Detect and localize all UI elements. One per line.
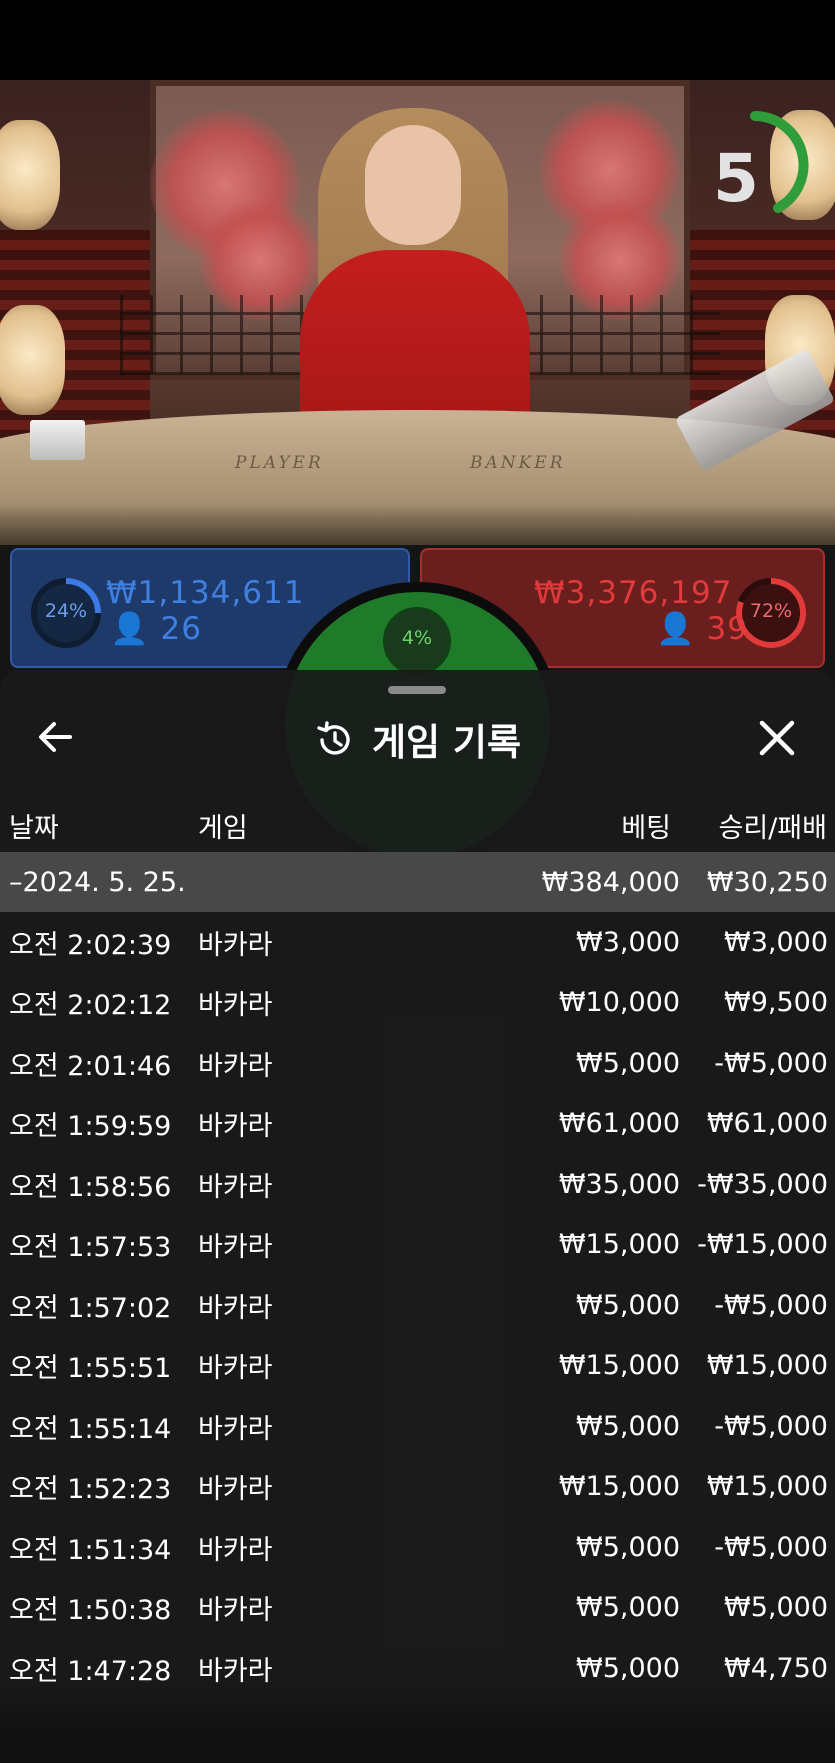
row-result: -₩5,000: [714, 1410, 828, 1442]
row-game: 바카라: [198, 1353, 273, 1385]
row-result: ₩9,500: [724, 987, 828, 1019]
row-time: 오전 1:51:34: [9, 1534, 172, 1566]
history-icon: [317, 721, 350, 755]
close-button[interactable]: [752, 713, 802, 763]
row-bet: ₩5,000: [576, 1289, 680, 1321]
row-bet: ₩5,000: [576, 1047, 680, 1079]
row-game: 바카라: [198, 1111, 273, 1143]
column-header-date: 날짜: [9, 813, 59, 844]
row-game: 바카라: [198, 1050, 273, 1082]
row-game: 바카라: [198, 1534, 273, 1566]
tie-percent: 4%: [401, 627, 433, 649]
row-bet: ₩15,000: [558, 1229, 680, 1261]
sheet-grabber[interactable]: [388, 686, 446, 694]
date-group-result-total: ₩30,250: [706, 866, 828, 898]
row-bet: ₩35,000: [558, 1168, 680, 1200]
row-result: -₩35,000: [697, 1168, 828, 1200]
history-row[interactable]: 오전 1:50:38 바카라 ₩5,000 ₩5,000: [0, 1578, 835, 1639]
row-result: ₩3,000: [724, 926, 828, 958]
history-row[interactable]: 오전 1:55:51 바카라 ₩15,000 ₩15,000: [0, 1336, 835, 1397]
row-game: 바카라: [198, 990, 273, 1022]
history-table: –2024. 5. 25. ₩384,000 ₩30,250 오전 2:02:3…: [0, 852, 835, 1699]
history-row[interactable]: 오전 1:58:56 바카라 ₩35,000 -₩35,000: [0, 1154, 835, 1215]
history-row[interactable]: 오전 1:55:14 바카라 ₩5,000 -₩5,000: [0, 1396, 835, 1457]
row-result: -₩5,000: [714, 1289, 828, 1321]
row-time: 오전 1:59:59: [9, 1111, 172, 1143]
countdown-number: 5: [713, 140, 759, 217]
row-bet: ₩3,000: [576, 926, 680, 958]
video-fade: [0, 500, 835, 550]
row-time: 오전 1:57:53: [9, 1232, 172, 1264]
history-row[interactable]: 오전 2:01:46 바카라 ₩5,000 -₩5,000: [0, 1033, 835, 1094]
history-row[interactable]: 오전 1:52:23 바카라 ₩15,000 ₩15,000: [0, 1457, 835, 1518]
row-bet: ₩5,000: [576, 1592, 680, 1624]
row-game: 바카라: [198, 1171, 273, 1203]
row-game: 바카라: [198, 1413, 273, 1445]
history-row[interactable]: 오전 1:57:02 바카라 ₩5,000 -₩5,000: [0, 1275, 835, 1336]
page: PLAYER BANKER 5 24% ₩1,134,611 👤 26 72% …: [0, 0, 835, 1763]
player-percent: 24%: [44, 600, 88, 622]
list-bottom-fade: [0, 1680, 835, 1763]
row-time: 오전 1:52:23: [9, 1474, 172, 1506]
row-bet: ₩61,000: [558, 1108, 680, 1140]
column-header-bet: 베팅: [621, 813, 671, 844]
row-result: ₩15,000: [706, 1350, 828, 1382]
row-time: 오전 1:57:02: [9, 1292, 172, 1324]
history-row[interactable]: 오전 2:02:39 바카라 ₩3,000 ₩3,000: [0, 912, 835, 973]
row-time: 오전 1:50:38: [9, 1595, 172, 1627]
user-icon: 👤: [110, 611, 150, 647]
close-icon: [759, 720, 795, 756]
row-bet: ₩15,000: [558, 1350, 680, 1382]
player-count: 👤 26: [110, 610, 202, 647]
banker-count-value: 39: [706, 611, 748, 647]
discard-tray: [30, 420, 85, 460]
row-game: 바카라: [198, 1595, 273, 1627]
modal-title: 게임 기록: [371, 721, 522, 764]
row-time: 오전 1:55:51: [9, 1353, 172, 1385]
lantern: [0, 305, 65, 415]
row-time: 오전 2:02:12: [9, 990, 172, 1022]
row-game: 바카라: [198, 1474, 273, 1506]
row-result: -₩5,000: [714, 1047, 828, 1079]
row-time: 오전 1:55:14: [9, 1413, 172, 1445]
player-amount: ₩1,134,611: [106, 575, 305, 611]
date-group-row[interactable]: –2024. 5. 25. ₩384,000 ₩30,250: [0, 852, 835, 912]
table-player-label: PLAYER: [235, 453, 324, 473]
column-header-game: 게임: [198, 813, 248, 844]
row-result: -₩15,000: [697, 1229, 828, 1261]
lantern: [0, 120, 60, 230]
row-bet: ₩5,000: [576, 1531, 680, 1563]
user-icon: 👤: [656, 611, 696, 647]
history-row[interactable]: 오전 1:59:59 바카라 ₩61,000 ₩61,000: [0, 1094, 835, 1155]
modal-title-row: 게임 기록: [0, 712, 835, 766]
date-group-date: –2024. 5. 25.: [9, 866, 186, 898]
dealer-face: [365, 125, 461, 245]
row-result: ₩15,000: [706, 1471, 828, 1503]
row-time: 오전 2:02:39: [9, 929, 172, 961]
row-game: 바카라: [198, 1292, 273, 1324]
row-result: ₩5,000: [724, 1592, 828, 1624]
row-bet: ₩15,000: [558, 1471, 680, 1503]
history-row[interactable]: 오전 1:57:53 바카라 ₩15,000 -₩15,000: [0, 1215, 835, 1276]
table-banker-label: BANKER: [470, 453, 566, 473]
player-count-value: 26: [160, 611, 202, 647]
history-row[interactable]: 오전 1:51:34 바카라 ₩5,000 -₩5,000: [0, 1517, 835, 1578]
row-time: 오전 1:58:56: [9, 1171, 172, 1203]
row-bet: ₩5,000: [576, 1410, 680, 1442]
row-game: 바카라: [198, 929, 273, 961]
row-time: 오전 2:01:46: [9, 1050, 172, 1082]
history-row[interactable]: 오전 2:02:12 바카라 ₩10,000 ₩9,500: [0, 973, 835, 1034]
banker-amount: ₩3,376,197: [534, 575, 733, 611]
row-result: -₩5,000: [714, 1531, 828, 1563]
date-group-bet-total: ₩384,000: [541, 866, 680, 898]
row-bet: ₩10,000: [558, 987, 680, 1019]
status-bar: [0, 0, 835, 80]
row-game: 바카라: [198, 1232, 273, 1264]
banker-count: 👤 39: [656, 610, 748, 647]
column-header-result: 승리/패배: [718, 813, 827, 844]
row-result: ₩61,000: [706, 1108, 828, 1140]
